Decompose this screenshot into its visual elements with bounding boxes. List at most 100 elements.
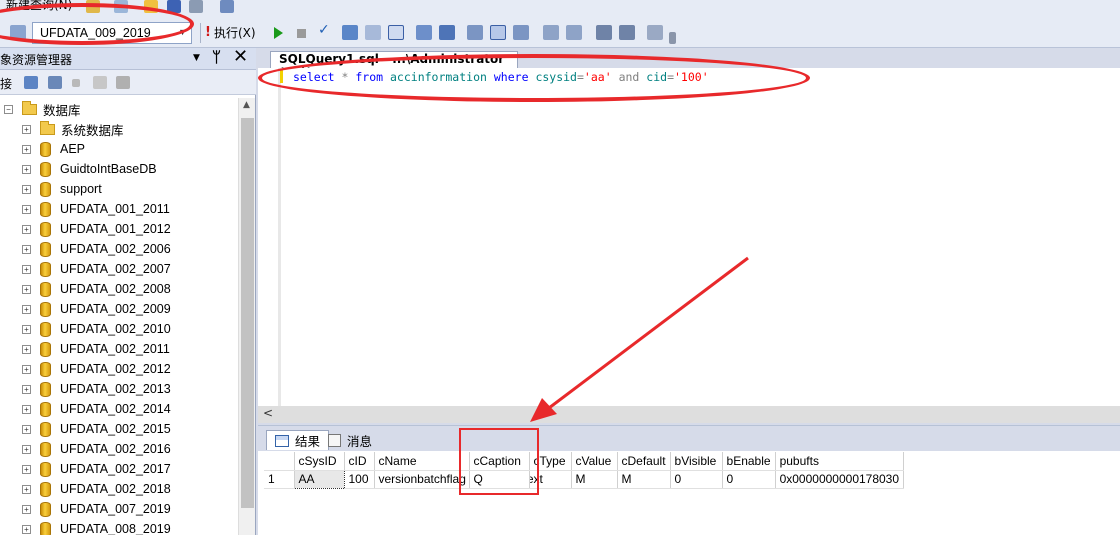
tree-node-database[interactable]: + UFDATA_008_2019 xyxy=(22,519,171,535)
grid-header-cell[interactable]: pubufts xyxy=(775,452,905,471)
editor-horizontal-scrollbar[interactable]: < xyxy=(258,406,1120,423)
grid-cell[interactable]: Q xyxy=(469,470,530,489)
new-query-button[interactable]: 新建查询(N) xyxy=(6,0,72,13)
connect-database-icon[interactable] xyxy=(10,25,26,40)
filter-icon[interactable] xyxy=(93,76,107,89)
expand-icon[interactable]: + xyxy=(22,124,31,134)
client-stats-icon[interactable] xyxy=(439,25,455,40)
tree-node-database[interactable]: + UFDATA_002_2013 xyxy=(22,379,171,399)
tree-node-database[interactable]: + UFDATA_002_2012 xyxy=(22,359,171,379)
tree-node-database[interactable]: + UFDATA_002_2015 xyxy=(22,419,171,439)
save-icon[interactable] xyxy=(167,0,181,13)
expand-icon[interactable]: + xyxy=(22,244,31,254)
sql-code-area[interactable]: select * from accinformation where csysi… xyxy=(258,68,1120,406)
tree-node-database[interactable]: + UFDATA_007_2019 xyxy=(22,499,171,519)
tree-node-database[interactable]: + UFDATA_002_2018 xyxy=(22,479,171,499)
expand-icon[interactable]: + xyxy=(22,444,31,454)
grid-cell[interactable]: AA xyxy=(293,469,345,489)
expand-icon[interactable]: + xyxy=(22,484,31,494)
tab-messages[interactable]: 消息 xyxy=(320,430,380,450)
debug-play-icon[interactable] xyxy=(274,27,283,39)
uncomment-lines-icon[interactable] xyxy=(566,25,582,40)
decrease-indent-icon[interactable] xyxy=(596,25,612,40)
row-number[interactable]: 1 xyxy=(264,470,295,489)
expand-icon[interactable]: + xyxy=(22,224,31,234)
tree-node-database[interactable]: + UFDATA_002_2011 xyxy=(22,339,170,359)
include-plan-icon[interactable] xyxy=(416,25,432,40)
grid-header-cell[interactable]: cID xyxy=(344,452,375,471)
expand-icon[interactable]: + xyxy=(22,304,31,314)
results-to-grid-icon[interactable] xyxy=(388,25,404,40)
grid-cell[interactable]: text xyxy=(529,470,572,489)
grid-header-cell[interactable]: cType xyxy=(529,452,572,471)
results-to-text-icon[interactable] xyxy=(467,25,483,40)
new-table-icon[interactable] xyxy=(114,0,128,13)
grid-cell[interactable]: M xyxy=(571,470,618,489)
expand-icon[interactable]: + xyxy=(22,284,31,294)
increase-indent-icon[interactable] xyxy=(619,25,635,40)
scrollbar-thumb[interactable] xyxy=(241,118,254,508)
tree-node-database[interactable]: + UFDATA_002_2016 xyxy=(22,439,171,459)
scroll-up-icon[interactable]: ▲ xyxy=(243,100,250,110)
expand-icon[interactable]: + xyxy=(22,384,31,394)
query-designer-icon[interactable] xyxy=(365,25,381,40)
parse-checkmark-icon[interactable]: ✓ xyxy=(318,22,334,38)
grid-cell[interactable]: 0 xyxy=(722,470,776,489)
stop-icon[interactable] xyxy=(72,79,80,87)
tree-node-database[interactable]: + UFDATA_002_2009 xyxy=(22,299,171,319)
table-row[interactable]: 1 AA 100 versionbatchflag Q text M M 0 0… xyxy=(264,469,905,489)
expand-icon[interactable]: + xyxy=(22,504,31,514)
tree-node-database[interactable]: + UFDATA_002_2006 xyxy=(22,239,171,259)
tree-node-database[interactable]: + UFDATA_001_2011 xyxy=(22,199,170,219)
expand-icon[interactable]: + xyxy=(22,524,31,534)
sql-statement[interactable]: select * from accinformation where csysi… xyxy=(293,70,709,84)
execute-button[interactable]: ! 执行(X) xyxy=(205,24,256,41)
pin-icon[interactable]: ᛘ xyxy=(212,48,221,66)
grid-header-cell[interactable]: cDefault xyxy=(617,452,671,471)
grid-cell[interactable]: M xyxy=(617,470,671,489)
refresh-icon[interactable] xyxy=(116,76,130,89)
grid-header-cell[interactable]: bVisible xyxy=(670,452,723,471)
expand-icon[interactable]: + xyxy=(22,184,31,194)
collapse-icon[interactable]: − xyxy=(4,104,13,114)
tree-node-database[interactable]: + GuidtoIntBaseDB xyxy=(22,159,157,179)
connect-icon[interactable] xyxy=(24,76,38,89)
results-to-file-icon[interactable] xyxy=(513,25,529,40)
tree-node-database[interactable]: + UFDATA_002_2007 xyxy=(22,259,171,279)
expand-icon[interactable]: + xyxy=(22,144,31,154)
expand-icon[interactable]: + xyxy=(22,164,31,174)
comment-lines-icon[interactable] xyxy=(543,25,559,40)
grid-header-cell[interactable]: cName xyxy=(374,452,470,471)
close-icon[interactable]: ✕ xyxy=(233,46,248,67)
tree-node-databases[interactable]: − 数据库 xyxy=(4,99,81,119)
tree-node-database[interactable]: + AEP xyxy=(22,139,85,159)
estimated-plan-icon[interactable] xyxy=(342,25,358,40)
specify-values-icon[interactable] xyxy=(647,25,663,40)
grid-header-cell[interactable] xyxy=(264,452,295,471)
grid-header-cell[interactable]: cSysID xyxy=(294,452,345,471)
tree-node-database[interactable]: + UFDATA_001_2012 xyxy=(22,219,171,239)
expand-icon[interactable]: + xyxy=(22,264,31,274)
database-dropdown[interactable]: UFDATA_009_2019 ▼ xyxy=(32,22,192,44)
expand-icon[interactable]: + xyxy=(22,204,31,214)
grid-header-cell[interactable]: cCaption xyxy=(469,452,530,471)
expand-icon[interactable]: + xyxy=(22,364,31,374)
expand-icon[interactable]: + xyxy=(22,464,31,474)
expand-icon[interactable]: + xyxy=(22,344,31,354)
grid-cell[interactable]: versionbatchflag xyxy=(374,470,470,489)
grid-header-cell[interactable]: cValue xyxy=(571,452,618,471)
chevron-down-icon[interactable]: ▼ xyxy=(193,53,200,63)
tree-node-system-databases[interactable]: + 系统数据库 xyxy=(22,119,124,139)
expand-icon[interactable]: + xyxy=(22,324,31,334)
stop-icon[interactable] xyxy=(297,29,306,38)
tree-node-database[interactable]: + UFDATA_002_2010 xyxy=(22,319,171,339)
grid-header-cell[interactable]: bEnable xyxy=(722,452,776,471)
print-icon[interactable] xyxy=(189,0,203,13)
tree-node-database[interactable]: + UFDATA_002_2014 xyxy=(22,399,171,419)
grid-cell[interactable]: 0x0000000000178030 xyxy=(775,470,905,489)
connect-button[interactable]: 连接 xyxy=(0,75,12,92)
tree-node-database[interactable]: + UFDATA_002_2008 xyxy=(22,279,171,299)
tree-scrollbar[interactable]: ▲ xyxy=(238,98,255,535)
activity-monitor-icon[interactable] xyxy=(220,0,234,13)
tree-node-database[interactable]: + UFDATA_002_2017 xyxy=(22,459,171,479)
